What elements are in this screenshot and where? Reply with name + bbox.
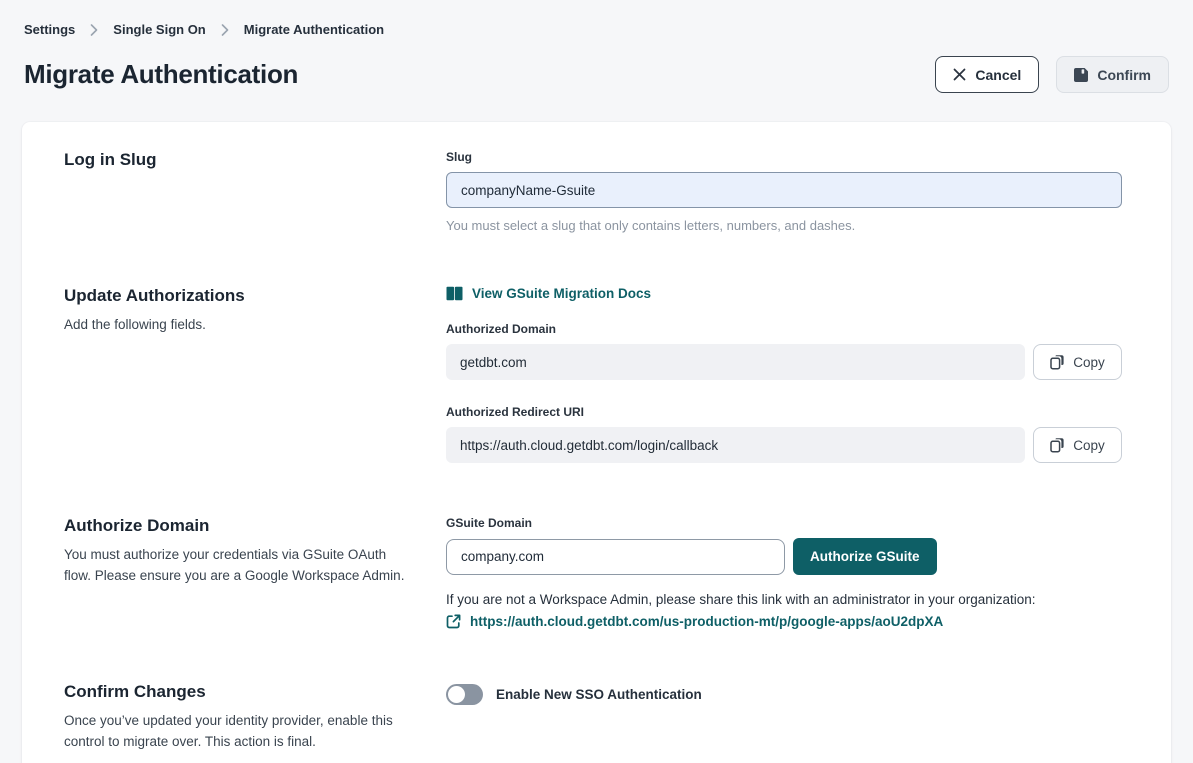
- enable-sso-toggle-label: Enable New SSO Authentication: [496, 687, 702, 702]
- gsuite-migration-docs-link-label: View GSuite Migration Docs: [472, 286, 651, 301]
- copy-icon: [1050, 437, 1065, 453]
- copy-redirect-uri-button[interactable]: Copy: [1033, 427, 1122, 463]
- header-actions: Cancel Confirm: [935, 56, 1169, 93]
- section-description: You must authorize your credentials via …: [64, 545, 412, 587]
- copy-icon: [1050, 354, 1065, 370]
- save-icon: [1074, 68, 1088, 82]
- section-description: Once you’ve updated your identity provid…: [64, 711, 412, 753]
- slug-help-text: You must select a slug that only contain…: [446, 218, 1122, 233]
- section-heading: Authorize Domain: [64, 516, 446, 536]
- authorized-domain-value: getdbt.com: [446, 344, 1025, 380]
- authorized-redirect-uri-label: Authorized Redirect URI: [446, 405, 1122, 419]
- close-icon: [953, 68, 966, 81]
- copy-authorized-domain-button[interactable]: Copy: [1033, 344, 1122, 380]
- breadcrumb-current-page: Migrate Authentication: [244, 22, 384, 37]
- section-login-slug-info: Log in Slug: [64, 150, 446, 233]
- slug-input[interactable]: [446, 172, 1122, 208]
- title-row: Migrate Authentication Cancel Confirm: [24, 56, 1169, 93]
- authorized-domain-label: Authorized Domain: [446, 322, 1122, 336]
- book-icon: [446, 286, 463, 301]
- enable-sso-toggle[interactable]: [446, 684, 483, 705]
- gsuite-migration-docs-link[interactable]: View GSuite Migration Docs: [446, 286, 651, 301]
- breadcrumb-single-sign-on[interactable]: Single Sign On: [113, 22, 205, 37]
- cancel-button-label: Cancel: [975, 67, 1021, 83]
- section-login-slug: Log in Slug Slug You must select a slug …: [64, 150, 1122, 233]
- toggle-knob: [448, 686, 465, 703]
- section-confirm-changes-info: Confirm Changes Once you’ve updated your…: [64, 682, 446, 753]
- section-authorize-domain: Authorize Domain You must authorize your…: [64, 516, 1122, 629]
- authorized-redirect-uri-row: https://auth.cloud.getdbt.com/login/call…: [446, 427, 1122, 463]
- breadcrumb-settings[interactable]: Settings: [24, 22, 75, 37]
- page-title: Migrate Authentication: [24, 59, 298, 90]
- gsuite-domain-input[interactable]: [446, 539, 785, 575]
- sso-toggle-row: Enable New SSO Authentication: [446, 684, 1122, 705]
- workspace-admin-note: If you are not a Workspace Admin, please…: [446, 592, 1122, 607]
- section-update-authorizations-info: Update Authorizations Add the following …: [64, 286, 446, 463]
- section-confirm-changes-content: Enable New SSO Authentication: [446, 682, 1122, 753]
- section-heading: Update Authorizations: [64, 286, 446, 306]
- section-heading: Confirm Changes: [64, 682, 446, 702]
- section-authorize-domain-info: Authorize Domain You must authorize your…: [64, 516, 446, 629]
- section-heading: Log in Slug: [64, 150, 446, 170]
- authorized-domain-row: getdbt.com Copy: [446, 344, 1122, 380]
- admin-share-link[interactable]: https://auth.cloud.getdbt.com/us-product…: [470, 614, 943, 629]
- section-description: Add the following fields.: [64, 315, 412, 336]
- page-header: Settings Single Sign On Migrate Authenti…: [22, 0, 1171, 93]
- section-update-authorizations-content: View GSuite Migration Docs Authorized Do…: [446, 286, 1122, 463]
- page: Settings Single Sign On Migrate Authenti…: [0, 0, 1193, 763]
- section-authorize-domain-content: GSuite Domain Authorize GSuite If you ar…: [446, 516, 1122, 629]
- gsuite-domain-row: Authorize GSuite: [446, 538, 1122, 575]
- copy-button-label: Copy: [1073, 438, 1105, 453]
- slug-label: Slug: [446, 150, 1122, 164]
- confirm-button[interactable]: Confirm: [1056, 56, 1169, 93]
- confirm-button-label: Confirm: [1097, 67, 1151, 83]
- gsuite-domain-label: GSuite Domain: [446, 516, 1122, 530]
- chevron-right-icon: [221, 24, 229, 36]
- cancel-button[interactable]: Cancel: [935, 56, 1039, 93]
- authorized-redirect-uri-value: https://auth.cloud.getdbt.com/login/call…: [446, 427, 1025, 463]
- chevron-right-icon: [90, 24, 98, 36]
- external-link-icon: [446, 614, 461, 629]
- breadcrumb: Settings Single Sign On Migrate Authenti…: [24, 22, 1169, 37]
- settings-card: Log in Slug Slug You must select a slug …: [22, 122, 1171, 763]
- section-login-slug-content: Slug You must select a slug that only co…: [446, 150, 1122, 233]
- section-confirm-changes: Confirm Changes Once you’ve updated your…: [64, 682, 1122, 753]
- share-link-row: https://auth.cloud.getdbt.com/us-product…: [446, 614, 1122, 629]
- authorize-gsuite-button[interactable]: Authorize GSuite: [793, 538, 937, 575]
- copy-button-label: Copy: [1073, 355, 1105, 370]
- section-update-authorizations: Update Authorizations Add the following …: [64, 286, 1122, 463]
